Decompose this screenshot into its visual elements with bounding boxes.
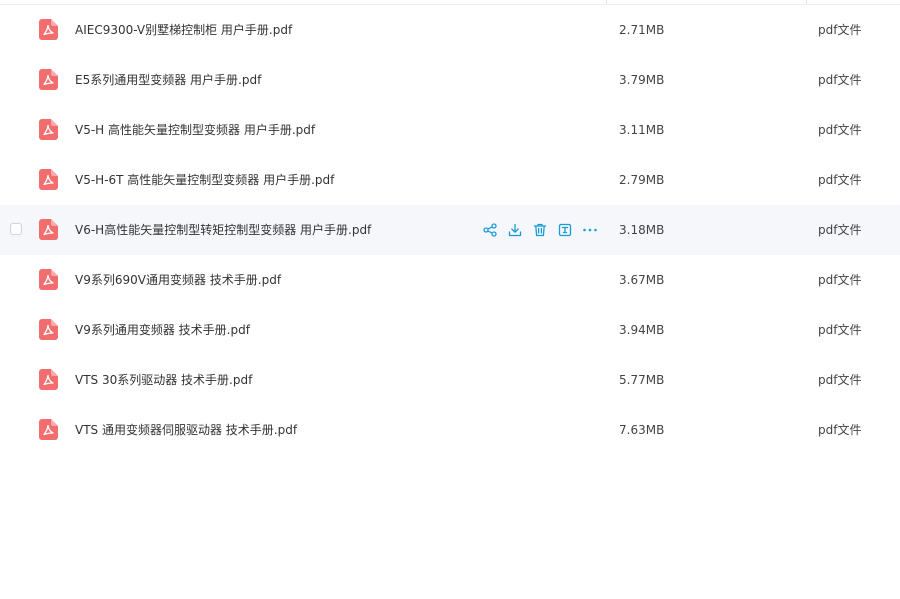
table-row[interactable]: V5-H-6T 高性能矢量控制型变频器 用户手册.pdf 2.79MB pdf文…	[0, 155, 900, 205]
file-name[interactable]: V9系列690V通用变频器 技术手册.pdf	[75, 255, 281, 305]
pdf-icon	[39, 169, 58, 190]
file-type: pdf文件	[818, 223, 862, 237]
pdf-icon	[39, 19, 58, 40]
file-type: pdf文件	[818, 323, 862, 337]
file-size: 7.63MB	[619, 423, 665, 437]
file-name[interactable]: V6-H高性能矢量控制型转矩控制型变频器 用户手册.pdf	[75, 205, 371, 255]
row-checkbox[interactable]	[10, 223, 22, 235]
file-size: 3.18MB	[619, 223, 665, 237]
file-type: pdf文件	[818, 73, 862, 87]
file-type: pdf文件	[818, 173, 862, 187]
file-name[interactable]: AIEC9300-V别墅梯控制柜 用户手册.pdf	[75, 5, 292, 55]
column-divider[interactable]	[606, 0, 607, 4]
file-size: 2.79MB	[619, 173, 665, 187]
table-row[interactable]: V9系列690V通用变频器 技术手册.pdf 3.67MB pdf文件	[0, 255, 900, 305]
file-type: pdf文件	[818, 123, 862, 137]
file-size: 5.77MB	[619, 373, 665, 387]
table-row[interactable]: VTS 通用变频器伺服驱动器 技术手册.pdf 7.63MB pdf文件	[0, 405, 900, 455]
column-divider[interactable]	[806, 0, 807, 4]
file-name[interactable]: VTS 通用变频器伺服驱动器 技术手册.pdf	[75, 405, 297, 455]
table-row-hovered[interactable]: V6-H高性能矢量控制型转矩控制型变频器 用户手册.pdf 3.18MB pdf…	[0, 205, 900, 255]
table-row[interactable]: VTS 30系列驱动器 技术手册.pdf 5.77MB pdf文件	[0, 355, 900, 405]
pdf-icon	[39, 219, 58, 240]
file-size: 3.11MB	[619, 123, 665, 137]
file-size: 3.79MB	[619, 73, 665, 87]
table-row[interactable]: V9系列通用变频器 技术手册.pdf 3.94MB pdf文件	[0, 305, 900, 355]
file-type: pdf文件	[818, 373, 862, 387]
file-type: pdf文件	[818, 273, 862, 287]
table-row[interactable]: E5系列通用型变频器 用户手册.pdf 3.79MB pdf文件	[0, 55, 900, 105]
share-icon[interactable]	[482, 222, 498, 238]
pdf-icon	[39, 119, 58, 140]
file-name[interactable]: V9系列通用变频器 技术手册.pdf	[75, 305, 250, 355]
file-name[interactable]: VTS 30系列驱动器 技术手册.pdf	[75, 355, 252, 405]
table-row[interactable]: V5-H 高性能矢量控制型变频器 用户手册.pdf 3.11MB pdf文件	[0, 105, 900, 155]
rename-icon[interactable]	[557, 222, 573, 238]
file-size: 3.67MB	[619, 273, 665, 287]
file-name[interactable]: E5系列通用型变频器 用户手册.pdf	[75, 55, 261, 105]
pdf-icon	[39, 69, 58, 90]
delete-icon[interactable]	[532, 222, 548, 238]
file-name[interactable]: V5-H-6T 高性能矢量控制型变频器 用户手册.pdf	[75, 155, 334, 205]
file-list: AIEC9300-V别墅梯控制柜 用户手册.pdf 2.71MB pdf文件 E…	[0, 0, 900, 599]
file-type: pdf文件	[818, 423, 862, 437]
file-name[interactable]: V5-H 高性能矢量控制型变频器 用户手册.pdf	[75, 105, 315, 155]
download-icon[interactable]	[507, 222, 523, 238]
pdf-icon	[39, 419, 58, 440]
more-icon[interactable]	[582, 222, 598, 238]
file-type: pdf文件	[818, 23, 862, 37]
file-size: 3.94MB	[619, 323, 665, 337]
row-actions	[482, 220, 607, 240]
pdf-icon	[39, 319, 58, 340]
pdf-icon	[39, 369, 58, 390]
table-row[interactable]: AIEC9300-V别墅梯控制柜 用户手册.pdf 2.71MB pdf文件	[0, 5, 900, 55]
pdf-icon	[39, 269, 58, 290]
file-size: 2.71MB	[619, 23, 665, 37]
